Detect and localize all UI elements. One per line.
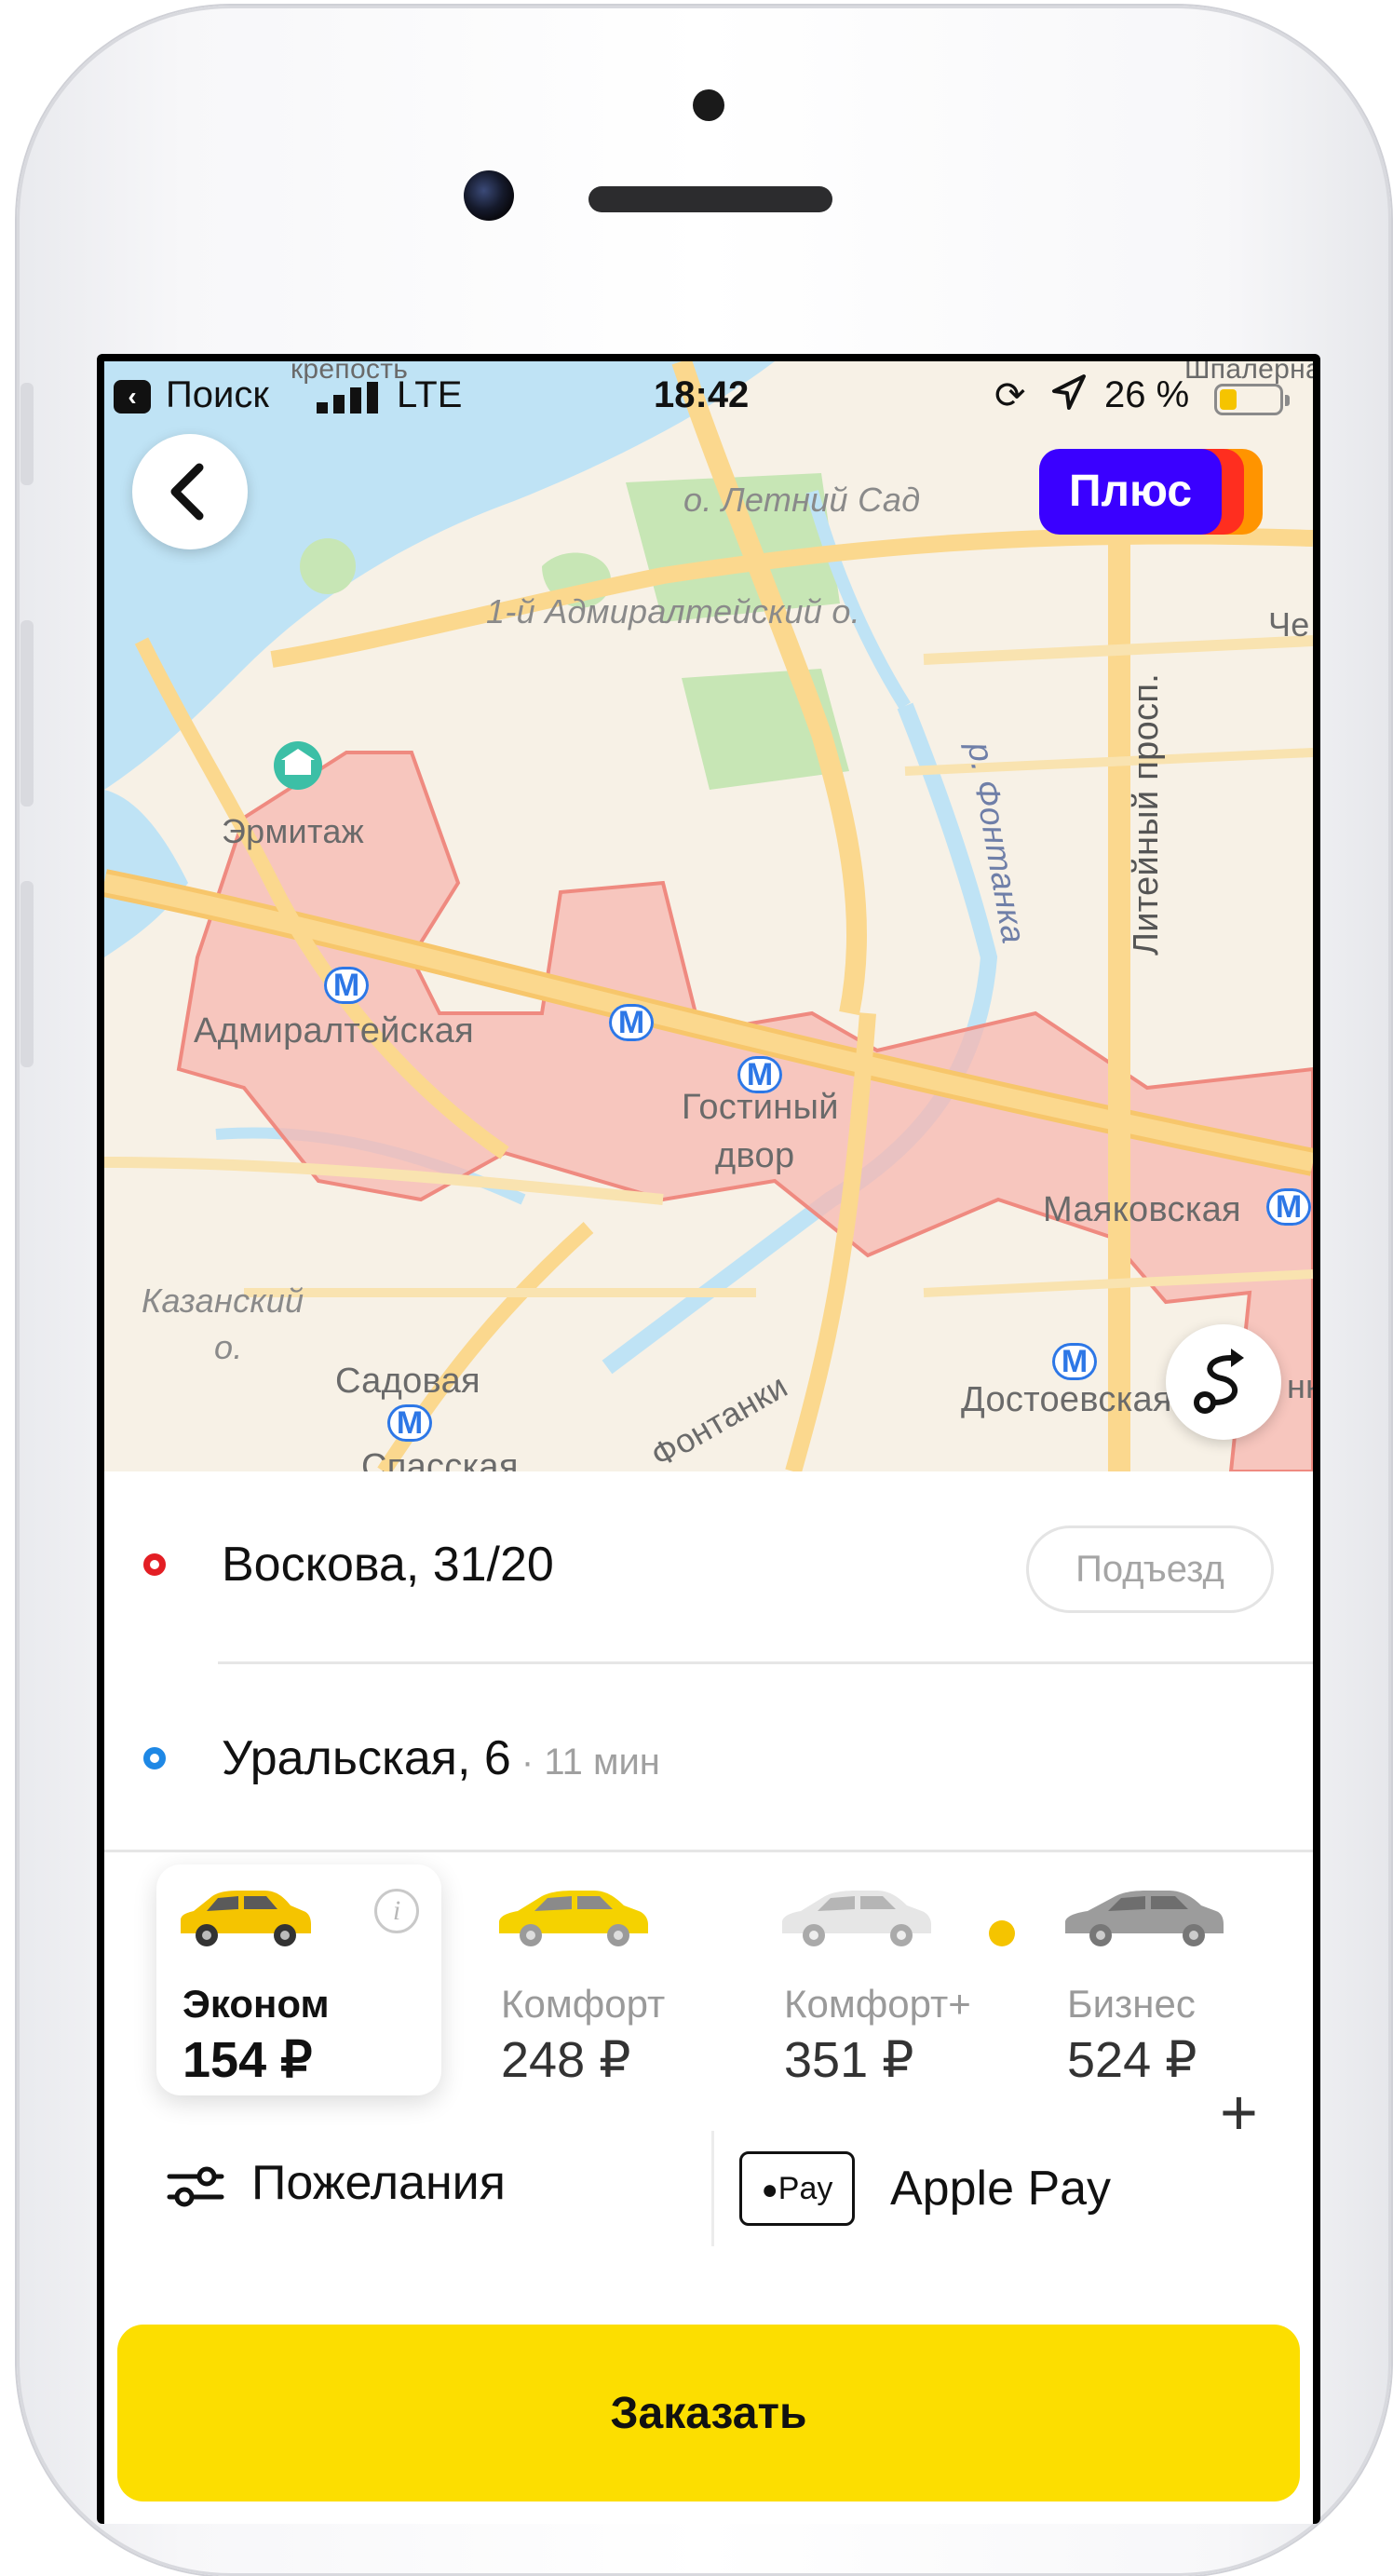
from-address-row[interactable]: Воскова, 31/20 Подъезд: [104, 1471, 1313, 1658]
metro-icon: М: [324, 967, 369, 1004]
to-address-text: Уральская, 6: [222, 1731, 511, 1785]
app-display: крепость о. Летний Сад 1-й Адмиралтейски…: [104, 361, 1313, 2524]
volume-down-button: [20, 881, 34, 1067]
map-label-dvor: двор: [715, 1136, 795, 1175]
map-label-o: о.: [214, 1328, 243, 1366]
rotation-lock-icon: ⟳: [994, 375, 1026, 416]
clock: 18:42: [654, 374, 750, 415]
map-label-admiralteysky-island: 1-й Адмиралтейский о.: [486, 592, 860, 630]
order-button[interactable]: Заказать: [117, 2325, 1300, 2501]
car-icon: [1065, 1891, 1224, 1946]
back-to-app-label[interactable]: Поиск: [166, 374, 269, 416]
tariff-price: 524 ₽: [1067, 2032, 1197, 2088]
chevron-left-icon: [170, 463, 204, 521]
tariff-econom[interactable]: i Эконом 154 ₽: [156, 1864, 441, 2095]
from-address[interactable]: Воскова, 31/20: [222, 1537, 554, 1593]
map-label-dostoevskaya: Достоевская: [961, 1380, 1172, 1419]
back-to-app-icon[interactable]: ‹: [114, 380, 151, 414]
options-row: Пожелания ●Pay Apple Pay: [104, 2131, 1313, 2261]
earpiece-speaker: [588, 186, 832, 212]
options-divider: [711, 2131, 714, 2246]
divider: [218, 1661, 1313, 1664]
tariff-comfort-plus[interactable]: Комфорт+ 351 ₽: [758, 1864, 1043, 2095]
tariff-price: 248 ₽: [501, 2032, 631, 2088]
metro-icon: М: [737, 1056, 782, 1093]
front-camera: [464, 170, 514, 221]
apple-pay-badge-text: Pay: [778, 2171, 833, 2206]
to-address[interactable]: Уральская, 6 · 11 мин: [222, 1730, 660, 1786]
battery-percent: 26 %: [1104, 374, 1190, 415]
metro-icon: М: [609, 1004, 654, 1041]
plus-subscription-button[interactable]: Плюс: [1039, 449, 1263, 535]
map-label-kazansky: Казанский: [142, 1281, 304, 1320]
tariff-name: Бизнес: [1067, 1982, 1196, 2026]
tariff-price: 154 ₽: [183, 2032, 313, 2088]
car-icon: [181, 1891, 311, 1946]
signal-icon: [317, 382, 378, 414]
map-label-sadovaya: Садовая: [335, 1362, 480, 1401]
volume-up-button: [20, 620, 34, 807]
back-button[interactable]: [132, 434, 248, 549]
plus-badge-label: Плюс: [1039, 449, 1222, 535]
map-label-gostiny: Гостиный: [682, 1088, 839, 1127]
origin-marker-icon: [143, 1553, 166, 1576]
apple-pay-icon[interactable]: ●Pay: [739, 2151, 855, 2226]
tariff-name: Комфорт+: [784, 1982, 971, 2026]
tariff-name: Эконом: [183, 1982, 330, 2026]
tariff-business[interactable]: Бизнес 524 ₽: [1041, 1864, 1313, 2095]
proximity-sensor: [693, 89, 724, 121]
tariff-comfort[interactable]: Комфорт 248 ₽: [475, 1864, 760, 2095]
sliders-icon: [167, 2166, 224, 2207]
to-address-row[interactable]: Уральская, 6 · 11 мин: [104, 1665, 1313, 1851]
metro-icon: М: [387, 1404, 432, 1442]
metro-icon: М: [1266, 1188, 1311, 1226]
tariff-name: Комфорт: [501, 1982, 666, 2026]
map-label-liteyny: Литейный просп.: [1127, 672, 1166, 956]
tariff-selector: i Эконом 154 ₽ Комфорт 248 ₽ Комфорт+ 35…: [104, 1851, 1313, 2112]
map-label-spasskaya: Спасская: [361, 1447, 519, 1471]
wishes-button[interactable]: Пожелания: [166, 2155, 506, 2211]
location-arrow-icon: [1052, 374, 1086, 410]
metro-icon: М: [1052, 1343, 1097, 1380]
battery-fill: [1220, 389, 1237, 410]
route-button[interactable]: [1166, 1324, 1281, 1440]
status-bar: ‹ Поиск LTE 18:42 ⟳ 26 %: [104, 361, 1313, 427]
entrance-button[interactable]: Подъезд: [1026, 1525, 1274, 1613]
map-label-nk: нк: [1287, 1367, 1313, 1405]
battery-icon: [1214, 384, 1290, 415]
wishes-label: Пожелания: [251, 2156, 506, 2210]
tariff-price: 351 ₽: [784, 2032, 914, 2088]
map-label-mayakovskaya: Маяковская: [1043, 1190, 1241, 1229]
tariff-info-icon[interactable]: i: [374, 1889, 419, 1933]
map-label-letniy-sad: о. Летний Сад: [683, 481, 921, 519]
promo-indicator-dot: [989, 1920, 1015, 1946]
trip-eta: · 11 мин: [510, 1742, 660, 1783]
network-type: LTE: [397, 374, 463, 415]
map-label-che: Че: [1268, 605, 1310, 644]
map[interactable]: крепость о. Летний Сад 1-й Адмиралтейски…: [104, 361, 1313, 1471]
screen: крепость о. Летний Сад 1-й Адмиралтейски…: [97, 354, 1320, 2524]
route-icon: [1194, 1349, 1244, 1414]
car-icon: [499, 1891, 648, 1946]
map-label-ermitazh: Эрмитаж: [222, 812, 365, 850]
map-label-admiralteyskaya: Адмиралтейская: [194, 1011, 475, 1051]
destination-marker-icon: [143, 1747, 166, 1769]
apple-logo-icon: ●: [761, 2175, 778, 2205]
payment-method-button[interactable]: Apple Pay: [890, 2161, 1111, 2217]
car-icon: [782, 1891, 931, 1946]
mute-switch: [20, 383, 34, 485]
